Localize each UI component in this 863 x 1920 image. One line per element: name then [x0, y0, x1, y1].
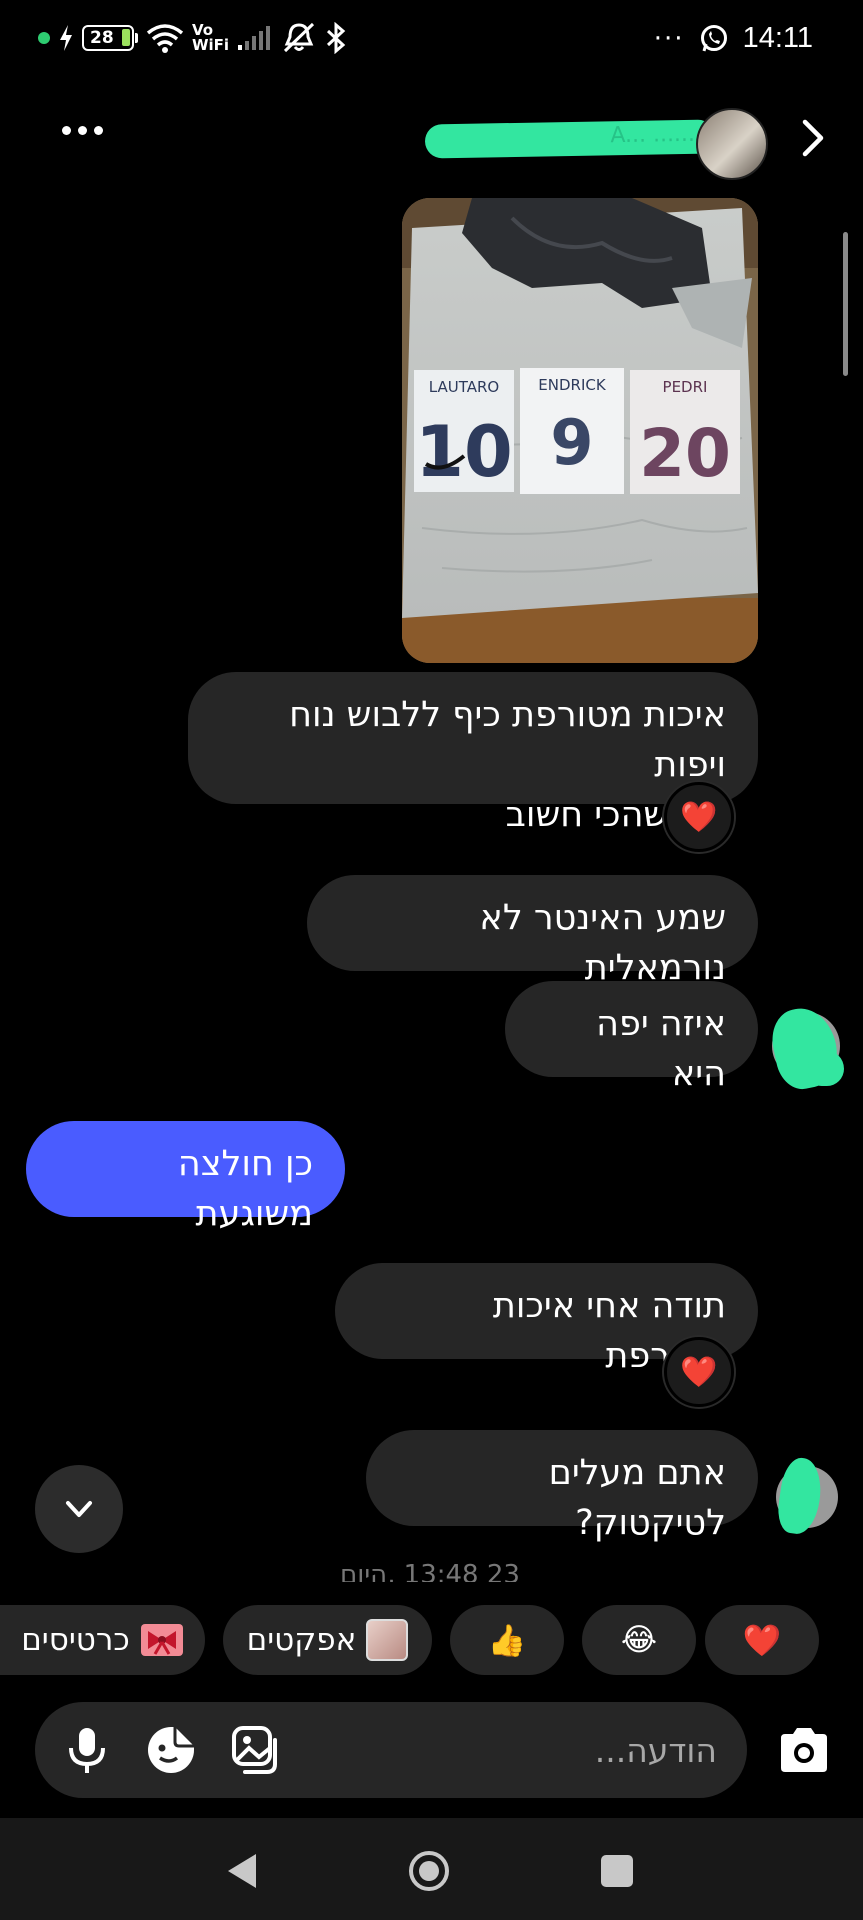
mute-bell-icon — [284, 22, 315, 53]
overflow-indicator: ··· — [653, 23, 685, 54]
quick-reaction-thumbs-up[interactable]: 👍 — [450, 1605, 564, 1675]
sent-message-bubble[interactable]: כן חולצה משוגעת — [26, 1121, 345, 1234]
quick-reaction-heart[interactable]: ❤️ — [705, 1605, 819, 1675]
message-bubble[interactable]: אתם מעלים לטיקטוק? — [366, 1430, 758, 1543]
bow-card-icon — [140, 1624, 183, 1656]
chevron-down-icon — [66, 1501, 92, 1517]
battery-icon: 28 — [82, 25, 138, 51]
status-bar: 28 Vo WiFi ··· 14:11 — [0, 0, 863, 84]
effects-button[interactable]: אפקטים — [223, 1605, 432, 1675]
message-input[interactable] — [417, 1728, 717, 1772]
photo-message[interactable]: LAUTARO 10 ENDRICK 9 PEDRI 20 — [402, 198, 758, 663]
girl-face-sticker-icon — [366, 1619, 409, 1661]
svg-text:LAUTARO: LAUTARO — [429, 378, 499, 396]
battery-level: 28 — [90, 28, 114, 48]
heart-reaction-icon[interactable]: ❤️ — [664, 1337, 734, 1407]
camera-icon[interactable] — [775, 1722, 833, 1780]
svg-text:20: 20 — [639, 415, 731, 492]
scroll-to-bottom-button[interactable] — [35, 1465, 123, 1553]
heart-reaction-icon[interactable]: ❤️ — [664, 782, 734, 852]
chat-header: A... ...... — [0, 100, 863, 180]
charging-bolt-icon — [60, 25, 72, 51]
clock: 14:11 — [742, 22, 813, 54]
bluetooth-icon — [327, 22, 346, 54]
quick-reaction-laugh[interactable]: 😂 — [582, 1605, 696, 1675]
cards-button[interactable]: כרטיסים — [0, 1605, 205, 1675]
message-bubble[interactable]: איזה יפה היא — [505, 981, 758, 1094]
svg-text:10: 10 — [415, 411, 512, 493]
system-nav-bar — [0, 1818, 863, 1920]
contact-avatar[interactable] — [696, 108, 768, 180]
message-bubble[interactable]: שמע האינטר לא נורמאלית — [307, 875, 758, 988]
gallery-icon[interactable] — [231, 1724, 283, 1776]
jersey-pedri: PEDRI 20 — [630, 370, 740, 494]
jersey-endrick: ENDRICK 9 — [520, 368, 624, 494]
notification-dot-icon — [38, 32, 50, 44]
nav-recents-icon[interactable] — [594, 1848, 640, 1894]
svg-text:ENDRICK: ENDRICK — [538, 376, 607, 394]
sticker-icon[interactable] — [145, 1724, 197, 1776]
signal-icon — [238, 26, 271, 50]
nav-back-icon[interactable] — [220, 1848, 266, 1894]
wifi-icon — [146, 24, 184, 53]
message-bubble[interactable]: איכות מטורפת כיף ללבוש נוח ויפות מה שהכי… — [188, 672, 758, 835]
svg-text:PEDRI: PEDRI — [663, 378, 708, 396]
nav-home-icon[interactable] — [406, 1848, 452, 1894]
back-chevron-icon[interactable] — [791, 116, 835, 160]
vowifi-label: Vo WiFi — [192, 21, 230, 54]
timestamp: 23 13:48 ,היום — [340, 1560, 520, 1582]
more-options-icon[interactable] — [62, 126, 103, 135]
svg-text:9: 9 — [550, 406, 593, 479]
microphone-icon[interactable] — [61, 1724, 113, 1776]
scrollbar[interactable] — [843, 232, 848, 376]
whatsapp-icon — [700, 24, 727, 51]
jersey-lautaro: LAUTARO 10 — [414, 370, 514, 493]
message-composer — [35, 1702, 747, 1798]
contact-name-redacted[interactable]: A... ...... — [424, 119, 716, 159]
